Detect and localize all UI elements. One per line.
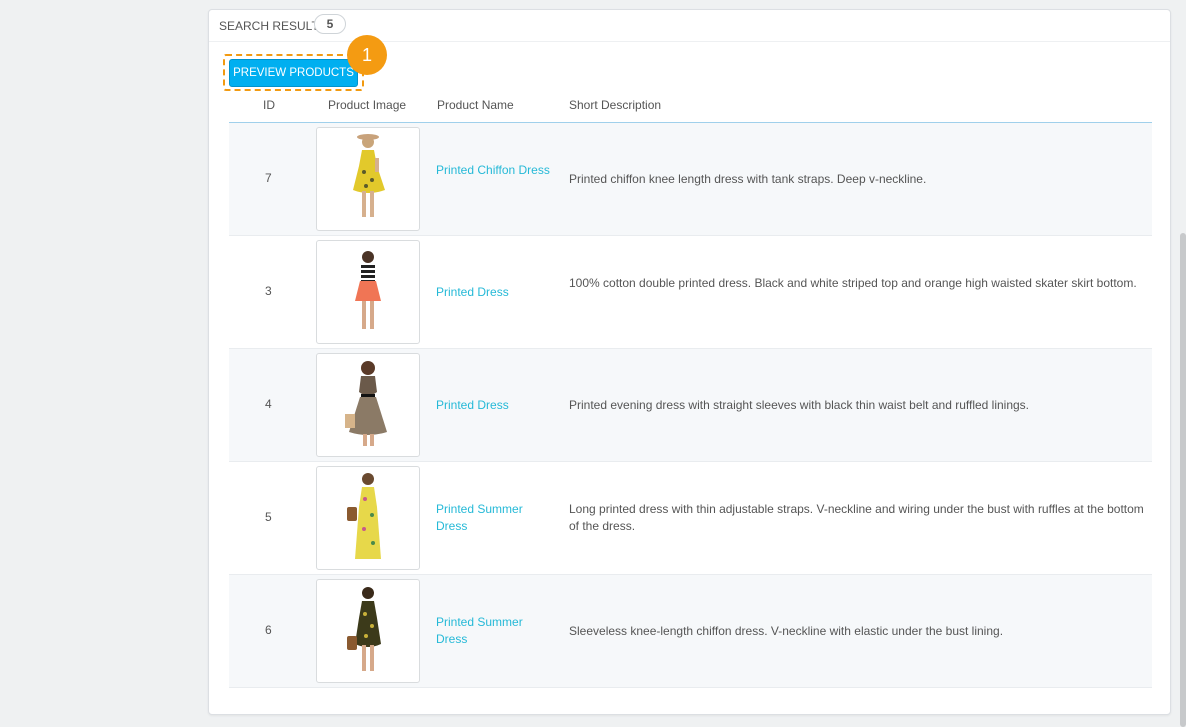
product-thumbnail: [316, 466, 420, 570]
header-product-image: Product Image: [328, 98, 407, 112]
product-name-link[interactable]: Printed Dress: [436, 284, 556, 301]
dress-yellow-icon: [353, 134, 385, 217]
results-count-badge: 5: [314, 14, 346, 34]
table-row: 5 Printed Summer Dress Long printed dres…: [229, 462, 1152, 575]
product-name-link[interactable]: Printed Dress: [436, 397, 556, 414]
header-product-name: Product Name: [437, 98, 514, 112]
product-id: 6: [265, 623, 272, 637]
product-thumbnail: [316, 127, 420, 231]
search-results-panel: SEARCH RESULTS 5 PREVIEW PRODUCTS 1 ID P…: [208, 9, 1171, 715]
product-name-link[interactable]: Printed Summer Dress: [436, 501, 556, 535]
table-row: 3 Printed Dress 100% cotton double print…: [229, 236, 1152, 349]
dress-summer-long-icon: [347, 473, 381, 559]
table-row: 6 Printed Summer Dress Sleeveless knee-l…: [229, 575, 1152, 688]
product-id: 5: [265, 510, 272, 524]
dress-chiffon-icon: [347, 587, 381, 671]
dress-orange-icon: [355, 251, 381, 329]
header-short-description: Short Description: [569, 98, 662, 112]
product-id: 3: [265, 284, 272, 298]
table-row: 7 Printed Chiffon Dress Printed chiffon …: [229, 123, 1152, 236]
product-thumbnail: [316, 240, 420, 344]
product-description: 100% cotton double printed dress. Black …: [569, 276, 1137, 290]
product-thumbnail: [316, 353, 420, 457]
product-name-link[interactable]: Printed Summer Dress: [436, 614, 556, 648]
scrollbar-thumb[interactable]: [1180, 233, 1186, 727]
product-description: Printed evening dress with straight slee…: [569, 398, 1030, 412]
dress-evening-icon: [345, 361, 387, 446]
product-id: 4: [265, 397, 272, 411]
preview-products-button[interactable]: PREVIEW PRODUCTS: [229, 59, 358, 87]
product-description: Printed chiffon knee length dress with t…: [569, 172, 927, 186]
product-description: Long printed dress with thin adjustable …: [569, 502, 1144, 533]
panel-title: SEARCH RESULTS: [219, 19, 327, 33]
products-table: ID Product Image Product Name Short Desc…: [229, 96, 1152, 688]
product-id: 7: [265, 171, 272, 185]
table-row: 4 Printed Dress Printed evening dress wi…: [229, 349, 1152, 462]
product-name-link[interactable]: Printed Chiffon Dress: [436, 162, 556, 179]
header-id: ID: [263, 98, 275, 112]
step-marker: 1: [347, 35, 387, 75]
panel-header: SEARCH RESULTS 5: [209, 10, 1170, 42]
page-scrollbar[interactable]: [1180, 0, 1186, 727]
table-header: ID Product Image Product Name Short Desc…: [229, 96, 1152, 123]
product-thumbnail: [316, 579, 420, 683]
product-description: Sleeveless knee-length chiffon dress. V-…: [569, 624, 1004, 638]
